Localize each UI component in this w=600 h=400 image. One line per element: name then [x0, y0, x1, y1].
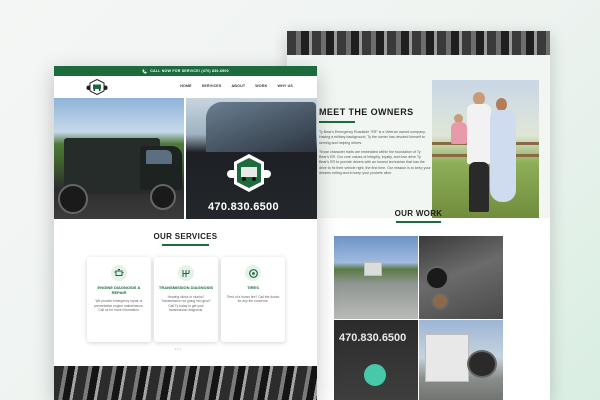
gallery-brake — [431, 292, 449, 310]
gallery-box-truck — [425, 334, 469, 382]
engine-icon — [114, 269, 124, 276]
main-nav: HOME SERVICES ABOUT WORK WHY US — [54, 76, 317, 98]
engine-banner-image — [287, 31, 550, 55]
owner-dress — [490, 110, 516, 202]
home-page-mockup: CALL NOW FOR SERVICE! (470) 830-6500 HOM… — [54, 66, 317, 400]
tire-icon — [248, 268, 258, 278]
hero-image-truck-door: 470.830.6500 — [186, 98, 317, 219]
gallery-image-box-truck[interactable] — [419, 320, 503, 400]
gallery-bag — [364, 364, 386, 386]
services-title-underline — [162, 244, 209, 246]
hero-image-service-truck — [54, 98, 184, 219]
transmission-icon — [182, 269, 190, 277]
child-outfit — [451, 122, 467, 144]
transmission-icon-wrap — [178, 265, 194, 281]
gallery-suv — [467, 350, 497, 378]
owners-family-photo — [432, 80, 539, 218]
owners-paragraph: Ty Bear's Emergency Roadside "ER" is a V… — [319, 130, 426, 145]
gallery-image-truck-door[interactable]: 470.830.6500 — [334, 320, 418, 400]
company-logo[interactable] — [86, 79, 108, 95]
call-now-bar[interactable]: CALL NOW FOR SERVICE! (470) 830-6500 — [54, 66, 317, 76]
service-card-title: TRANSMISSION DIAGNOSIS — [158, 285, 214, 290]
truck-wheel — [58, 184, 88, 214]
service-card-title: TIRES — [247, 285, 259, 290]
owners-paragraph: Those character traits are embedded with… — [319, 149, 431, 176]
about-page-mockup: MEET THE OWNERS Ty Bear's Emergency Road… — [287, 31, 550, 400]
owners-description: Ty Bear's Emergency Roadside "ER" is a V… — [319, 130, 431, 176]
owners-title-underline — [319, 121, 355, 123]
service-card-description: Tired of a blown tire? Call the doctor f… — [226, 294, 280, 304]
service-card-tires[interactable]: TIRES Tired of a blown tire? Call the do… — [221, 257, 285, 342]
service-card-description: Hearing clinks or clunks? Transmission n… — [161, 294, 211, 313]
service-card-engine[interactable]: ENGINE DIAGNOSIS & REPAIR We provide eme… — [87, 257, 151, 342]
owners-section: MEET THE OWNERS Ty Bear's Emergency Road… — [287, 55, 550, 218]
nav-home[interactable]: HOME — [180, 84, 192, 88]
nav-why-us[interactable]: WHY US — [277, 84, 293, 88]
truck-door-window — [206, 102, 316, 152]
hero-phone-number: 470.830.6500 — [208, 201, 279, 213]
gallery-image-roadside[interactable] — [334, 236, 418, 319]
service-card-description: We provide emergency repair or preventat… — [94, 299, 144, 313]
owner-shirt — [467, 104, 491, 164]
engine-icon-wrap — [111, 265, 127, 281]
gallery-tire — [425, 266, 449, 290]
nav-about[interactable]: ABOUT — [232, 84, 246, 88]
door-logo-decal — [227, 154, 271, 192]
services-title: OUR SERVICES — [153, 232, 218, 241]
gallery-truck — [364, 262, 382, 276]
nav-services[interactable]: SERVICES — [202, 84, 222, 88]
service-card-transmission[interactable]: TRANSMISSION DIAGNOSIS Hearing clinks or… — [154, 257, 218, 342]
service-card-title: ENGINE DIAGNOSIS & REPAIR — [97, 285, 141, 295]
gallery-image-parts[interactable] — [419, 236, 503, 319]
truck-window — [146, 150, 172, 164]
gallery-phone-decal: 470.830.6500 — [339, 332, 407, 344]
nav-work[interactable]: WORK — [255, 84, 267, 88]
owners-title: MEET THE OWNERS — [319, 107, 414, 117]
call-now-text: CALL NOW FOR SERVICE! (470) 830-6500 — [150, 69, 229, 73]
service-cards: ENGINE DIAGNOSIS & REPAIR We provide eme… — [87, 257, 285, 342]
work-gallery: 470.830.6500 — [334, 236, 503, 400]
truck-wheel — [150, 184, 176, 210]
nav-links: HOME SERVICES ABOUT WORK WHY US — [180, 84, 293, 88]
owner-pants — [469, 162, 489, 212]
work-title: OUR WORK — [394, 209, 443, 218]
carousel-pager[interactable]: • • • — [175, 347, 181, 351]
hero-images: 470.830.6500 — [54, 98, 317, 219]
tire-icon-wrap — [245, 265, 261, 281]
phone-icon — [142, 69, 147, 74]
work-title-underline — [396, 221, 441, 223]
engine-footer-image — [54, 366, 317, 400]
